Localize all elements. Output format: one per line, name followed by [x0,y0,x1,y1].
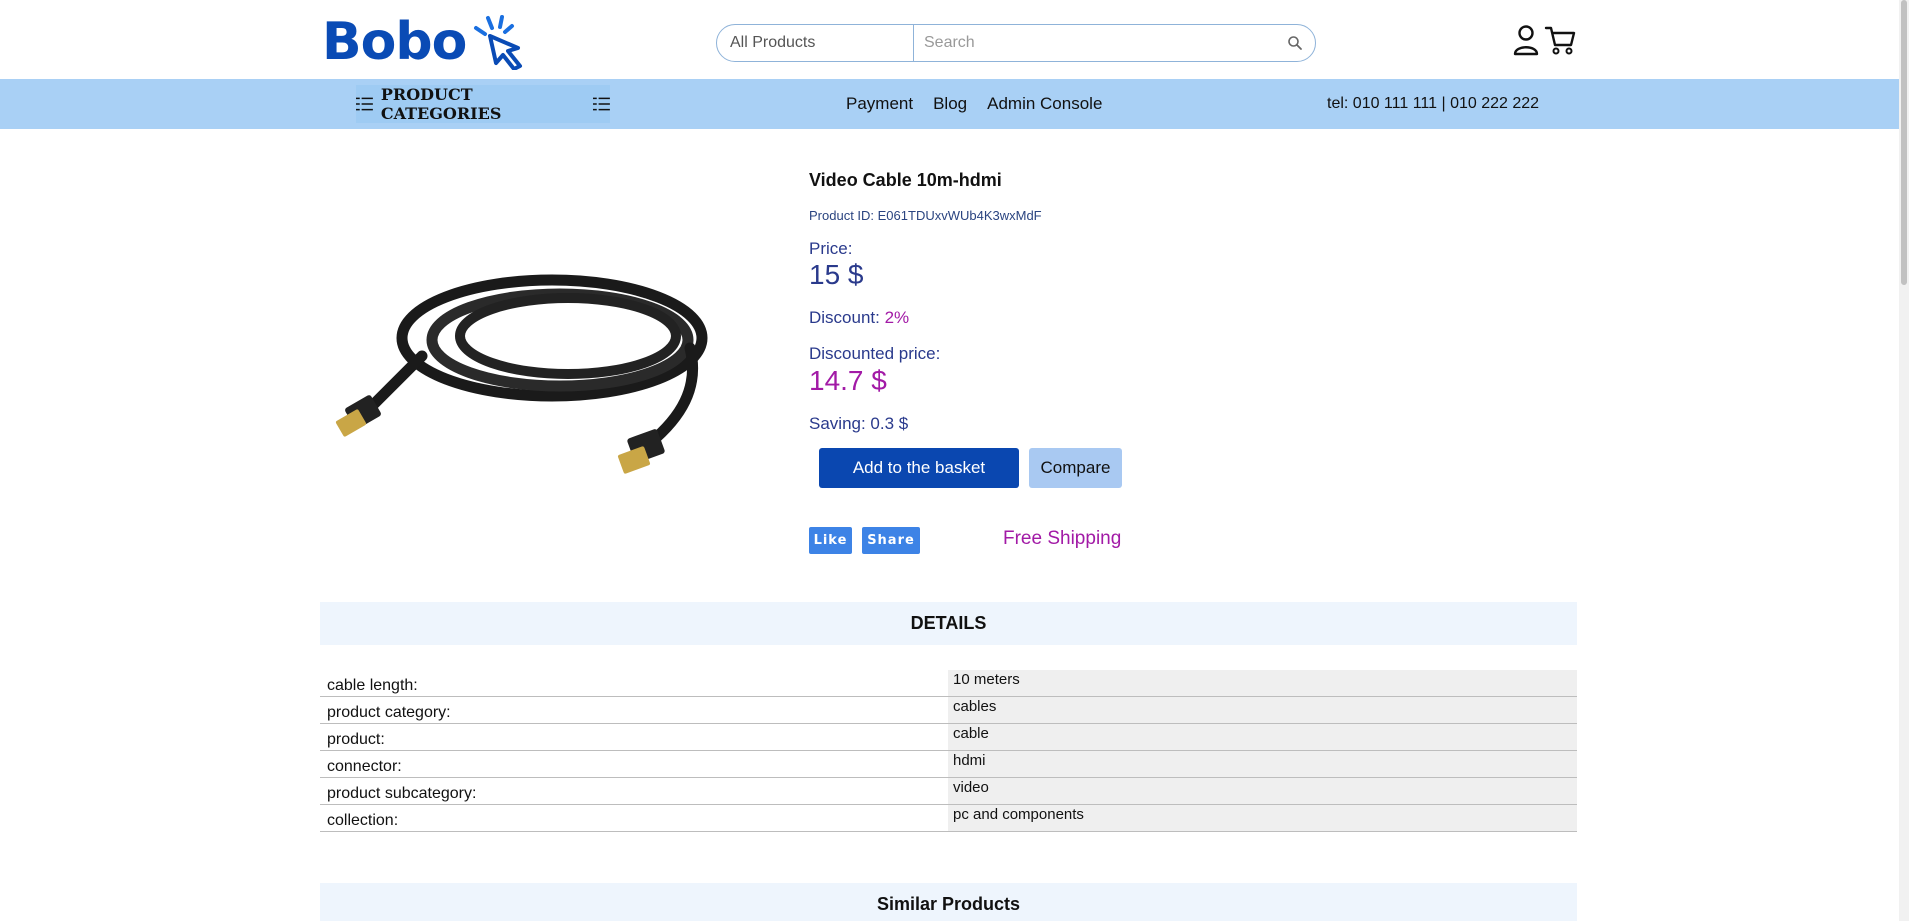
product-id-label: Product ID: [809,208,878,223]
nav-link-payment[interactable]: Payment [846,94,913,114]
cart-icon[interactable] [1544,24,1576,56]
free-shipping-label: Free Shipping [1003,528,1122,549]
nav-link-admin-console[interactable]: Admin Console [987,94,1102,114]
phone-numbers: tel: 010 111 111 | 010 222 222 [1327,95,1540,112]
detail-value: cables [948,697,1577,723]
detail-key: product: [327,731,385,748]
product-id: Product ID: E061TDUxvWUb4K3wxMdF [809,208,1042,223]
search-button[interactable] [1275,25,1315,61]
logo[interactable]: Bobo [322,14,530,70]
compare-button[interactable]: Compare [1029,448,1122,488]
details-table: cable length: 10 meters product category… [320,670,1577,832]
nav-bar: PRODUCT CATEGORIES Payment Blog Admin Co… [0,79,1899,129]
detail-value: hdmi [948,751,1577,777]
table-row: product subcategory: video [320,778,1577,805]
nav-link-blog[interactable]: Blog [933,94,967,114]
scrollbar-thumb[interactable] [1901,0,1907,285]
product-title: Video Cable 10m-hdmi [809,170,1002,190]
table-row: collection: pc and components [320,805,1577,832]
detail-key: cable length: [327,677,418,694]
detail-value: cable [948,724,1577,750]
user-icon[interactable] [1512,24,1540,56]
discount-label: Discount: [809,308,885,327]
menu-icon [356,97,373,111]
detail-key: product subcategory: [327,785,477,802]
detail-value: video [948,778,1577,804]
table-row: connector: hdmi [320,751,1577,778]
search-category-select[interactable]: All Products [717,25,914,61]
search-icon [1288,36,1302,50]
detail-key: product category: [327,704,451,721]
table-row: product category: cables [320,697,1577,724]
search-bar: All Products [716,24,1316,62]
discounted-price-label: Discounted price: [809,344,941,363]
discount-value: 2% [884,308,910,327]
detail-key: connector: [327,758,402,775]
scrollbar[interactable] [1899,0,1909,921]
discounted-price-value: 14.7 $ [809,365,887,396]
share-button[interactable]: Share [862,527,920,554]
price-label: Price: [809,239,853,258]
detail-key: collection: [327,812,399,829]
details-heading: DETAILS [320,602,1577,645]
site-header: Bobo All Products [0,0,1899,79]
table-row: cable length: 10 meters [320,670,1577,697]
product-categories-label: PRODUCT CATEGORIES [380,85,502,123]
saving: Saving: 0.3 $ [809,414,909,433]
detail-value: pc and components [948,805,1577,831]
discount: Discount: 2% [809,308,909,328]
cursor-click-logo-icon [474,15,523,70]
product-categories-button[interactable]: PRODUCT CATEGORIES [356,85,610,123]
nav-links: Payment Blog Admin Console [846,79,1102,129]
search-input[interactable] [914,25,1275,61]
table-row: product: cable [320,724,1577,751]
like-button[interactable]: Like [809,527,852,554]
product-image [335,274,708,474]
detail-value: 10 meters [948,670,1577,696]
product-id-value: E061TDUxvWUb4K3wxMdF [877,208,1042,223]
similar-products-heading: Similar Products [320,883,1577,921]
logo-text[interactable]: Bobo [322,16,467,68]
add-to-basket-button[interactable]: Add to the basket [819,448,1019,488]
menu-icon [593,97,610,111]
price-value: 15 $ [809,259,864,290]
